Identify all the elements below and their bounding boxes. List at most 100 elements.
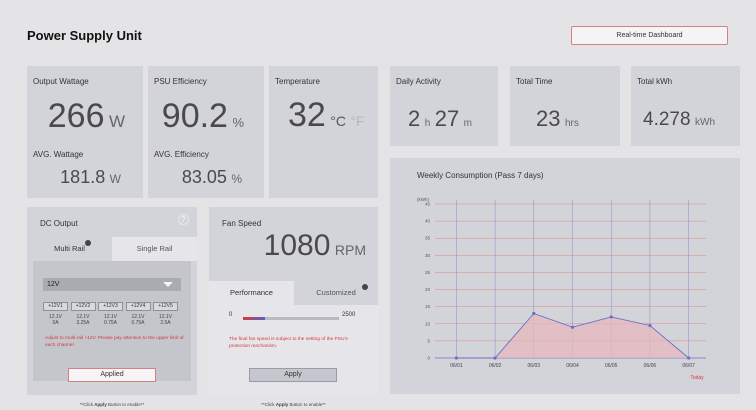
x-tick-label: 06/01: [450, 363, 463, 369]
fan-speed-title: Fan Speed: [222, 219, 262, 228]
temperature-value: 32 °C °F: [288, 96, 365, 135]
chart-today-label: Today: [690, 375, 704, 381]
output-wattage-unit: W: [108, 112, 125, 131]
applied-button[interactable]: Applied: [68, 368, 156, 382]
y-tick-label: 35: [425, 236, 431, 241]
fan-footnote-post: Button to enable**: [288, 402, 326, 407]
dc-output-card: DC Output ? Multi Rail Single Rail 12V +…: [27, 207, 197, 395]
x-tick-label: 06/02: [489, 363, 502, 369]
rail-item[interactable]: +12V2 12.1V 3.25A: [70, 302, 96, 326]
rail-name: +12V1: [43, 302, 68, 311]
psu-efficiency-unit: %: [232, 115, 244, 130]
chevron-down-icon: [163, 282, 173, 287]
tab-customized[interactable]: Customized: [294, 281, 378, 305]
y-tick-label: 5: [427, 338, 430, 343]
temperature-card: Temperature 32 °C °F: [269, 66, 378, 198]
total-kwh-card: Total kWh 4.278 kWh: [631, 66, 740, 146]
avg-efficiency-value: 83.05 %: [182, 167, 242, 188]
y-tick-label: 40: [425, 219, 431, 224]
page-title: Power Supply Unit: [27, 28, 142, 43]
apply-button[interactable]: Apply: [249, 368, 337, 382]
data-point: [532, 311, 536, 316]
output-wattage-card: Output Wattage 266 W AVG. Wattage 181.8 …: [27, 66, 143, 198]
weekly-consumption-card: Weekly Consumption (Pass 7 days) (kWh) 0…: [390, 158, 740, 394]
rail-current: 0.75A: [103, 320, 118, 326]
rail-item[interactable]: +12V5 12.1V 2.5A: [153, 302, 178, 326]
dc-footnote-post: Button to enable**: [106, 402, 145, 407]
avg-wattage-value: 181.8 W: [60, 167, 121, 188]
total-kwh-label: Total kWh: [637, 77, 673, 86]
rail-item[interactable]: +12V3 12.1V 0.75A: [98, 302, 123, 326]
fan-slider-min: 0: [229, 312, 233, 318]
fan-slider[interactable]: [243, 317, 339, 320]
fan-speed-footnote: **Click Apply Button to enable**: [209, 402, 378, 407]
temperature-number: 32: [288, 96, 326, 134]
x-tick-label: 06/04: [566, 363, 579, 369]
avg-efficiency-label: AVG. Efficiency: [154, 150, 209, 159]
dc-footnote-bold: Apply: [94, 402, 107, 407]
avg-wattage-unit: W: [109, 172, 121, 186]
rail-name: +12V4: [125, 302, 151, 311]
total-time-unit: hrs: [564, 118, 579, 129]
daily-activity-minutes: 27: [434, 106, 460, 131]
temperature-fahrenheit-toggle[interactable]: °F: [350, 113, 364, 129]
fan-speed-value: 1080 RPM: [264, 229, 366, 263]
fan-slider-fill: [243, 317, 266, 320]
avg-wattage-number: 181.8: [60, 167, 106, 187]
total-kwh-value: 4.278 kWh: [643, 109, 715, 131]
psu-efficiency-value: 90.2 %: [162, 97, 244, 136]
temperature-celsius-toggle[interactable]: °C: [330, 113, 346, 129]
rail-name: +12V3: [98, 302, 123, 311]
tab-performance-label: Performance: [230, 288, 273, 297]
rail-name: +12V2: [70, 302, 96, 311]
daily-activity-card: Daily Activity 2 h 27 m: [390, 66, 498, 146]
data-point: [454, 356, 458, 360]
tab-single-rail[interactable]: Single Rail: [112, 237, 197, 261]
avg-wattage-label: AVG. Wattage: [33, 150, 84, 159]
psu-efficiency-card: PSU Efficiency 90.2 % AVG. Efficiency 83…: [148, 66, 264, 198]
weekly-consumption-chart: (kWh) 051015202530354045 06/01 06/02 06/03…: [417, 197, 706, 381]
fan-footnote-pre: **Click: [261, 402, 276, 407]
fan-speed-warning: The final fan speed is subject to the se…: [229, 337, 348, 349]
fan-footnote-bold: Apply: [275, 402, 289, 407]
avg-efficiency-unit: %: [231, 172, 242, 186]
tab-performance[interactable]: Performance: [209, 281, 294, 305]
data-point: [648, 323, 652, 328]
data-point: [687, 356, 691, 360]
y-tick-label: 10: [425, 321, 431, 326]
x-tick-label: 06/03: [528, 363, 541, 369]
y-tick-label: 25: [425, 270, 431, 275]
temperature-label: Temperature: [275, 77, 320, 86]
total-time-label: Total Time: [516, 77, 553, 86]
rail-current: 0.75A: [131, 320, 145, 326]
tab-customized-label: Customized: [316, 288, 356, 297]
psu-efficiency-label: PSU Efficiency: [154, 77, 207, 86]
total-kwh-number: 4.278: [643, 109, 691, 130]
data-point: [570, 325, 575, 329]
daily-activity-value: 2 h 27 m: [408, 106, 472, 132]
fan-speed-unit: RPM: [334, 242, 366, 258]
rail-current: 2.5A: [160, 320, 171, 326]
y-tick-label: 15: [425, 304, 431, 309]
x-tick-label: 06/05: [605, 363, 618, 369]
total-time-card: Total Time 23 hrs: [510, 66, 620, 146]
fan-speed-number: 1080: [263, 229, 331, 262]
rail-item[interactable]: +12V4 12.1V 0.75A: [125, 302, 151, 326]
rail-item[interactable]: +12V1 12.1V 0A: [43, 302, 68, 326]
total-time-number: 23: [536, 106, 561, 131]
rail-select-value: 12V: [47, 281, 60, 288]
x-tick-label: 06/06: [644, 363, 657, 369]
daily-activity-hours: 2: [408, 106, 421, 131]
help-icon[interactable]: ?: [178, 214, 189, 225]
dc-output-warning: Adjust to multi-rail +12V. Please pay at…: [45, 336, 184, 348]
y-tick-label: 45: [425, 202, 431, 207]
realtime-dashboard-button[interactable]: Real-time Dashboard: [571, 26, 728, 45]
tab-multi-rail[interactable]: Multi Rail: [27, 237, 112, 261]
check-badge-icon: [85, 240, 91, 246]
output-wattage-value: 266 W: [48, 97, 125, 136]
dc-output-footnote: **Click Apply Button to enable**: [27, 402, 197, 407]
tab-single-rail-label: Single Rail: [136, 244, 173, 253]
rail-select[interactable]: 12V: [43, 278, 181, 291]
x-tick-label: 06/07: [682, 363, 695, 369]
check-badge-icon: [362, 284, 368, 290]
